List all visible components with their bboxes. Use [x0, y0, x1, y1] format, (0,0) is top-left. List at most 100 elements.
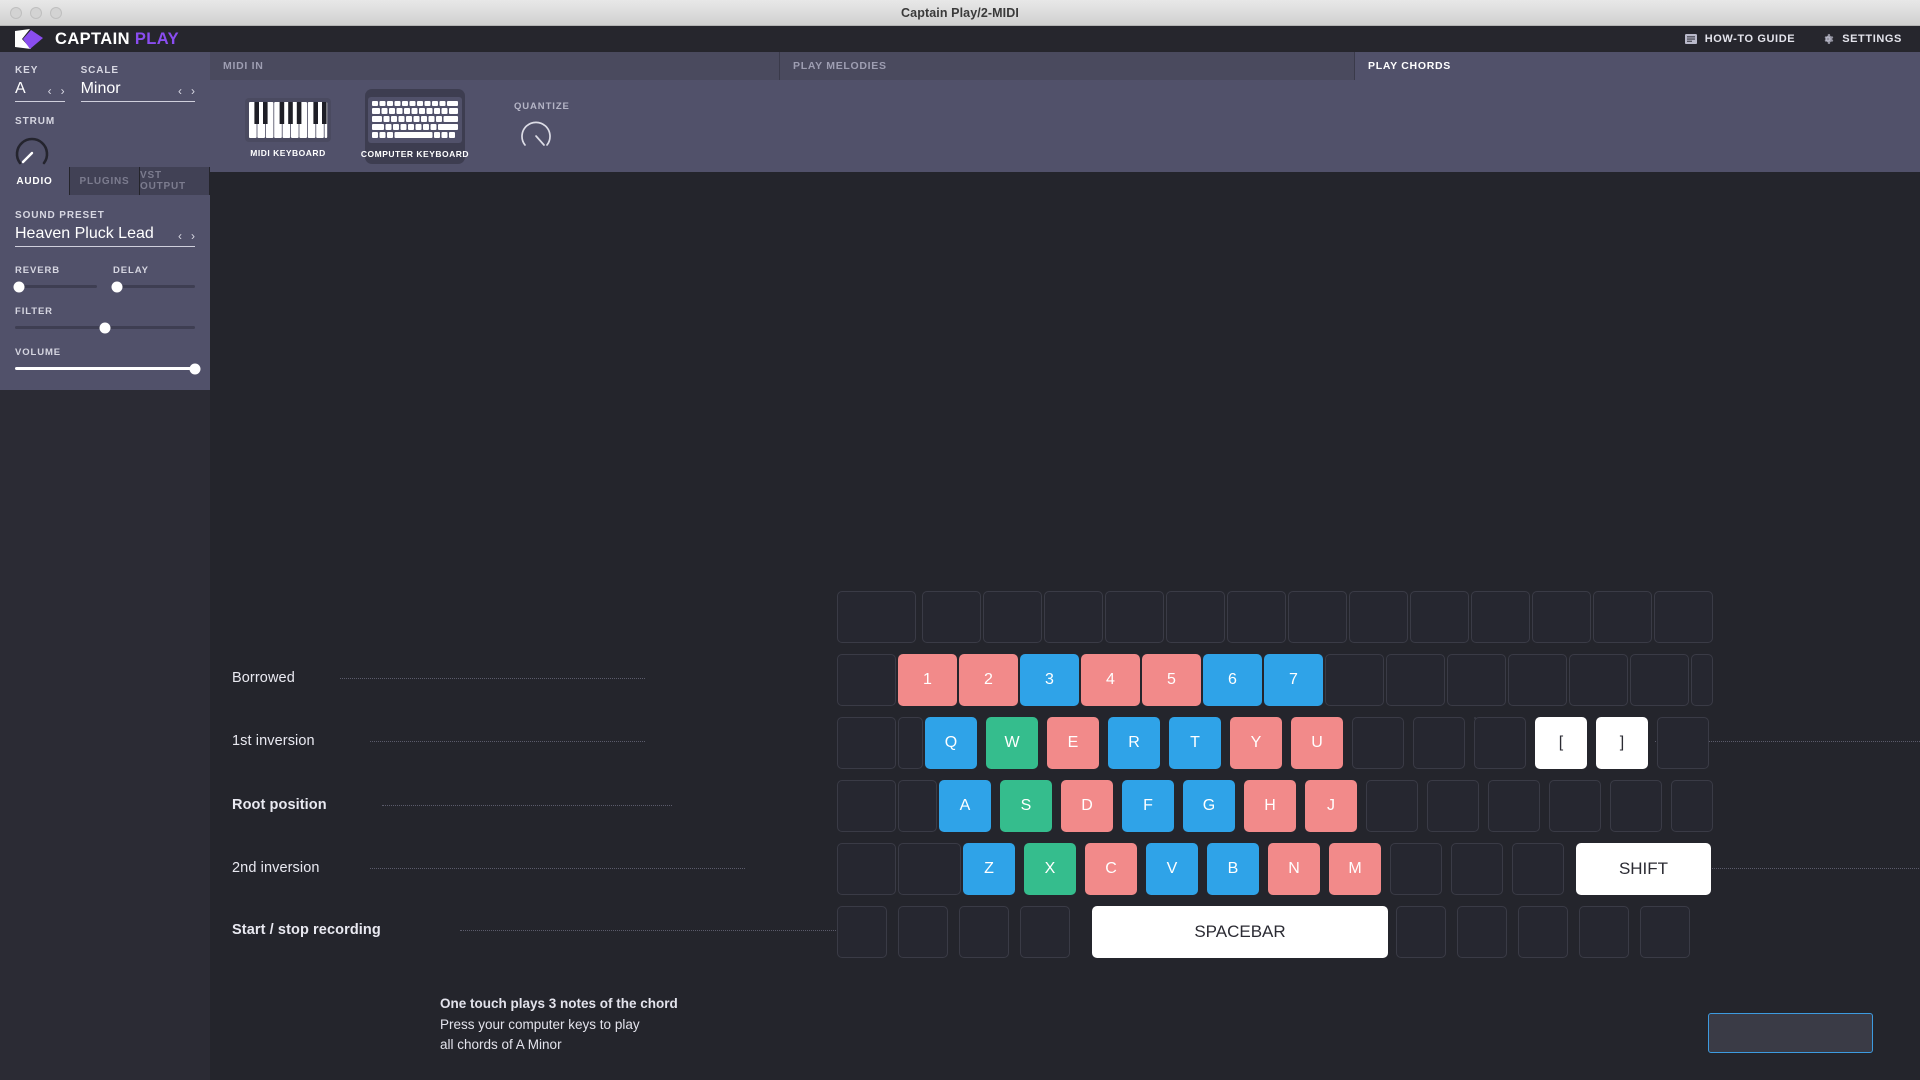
key-j[interactable]: J [1305, 780, 1357, 832]
key-blank[interactable] [1474, 717, 1526, 769]
key-blank[interactable] [1427, 780, 1479, 832]
key-blank[interactable] [1349, 591, 1408, 643]
scale-prev-button[interactable]: ‹ [178, 85, 182, 97]
key-2[interactable]: 2 [959, 654, 1018, 706]
key-q[interactable]: Q [925, 717, 977, 769]
tab-plugins[interactable]: PLUGINS [70, 167, 140, 195]
key-z[interactable]: Z [963, 843, 1015, 895]
key-blank[interactable] [898, 780, 937, 832]
highlighted-empty-panel[interactable] [1708, 1013, 1873, 1053]
filter-knob[interactable] [99, 322, 111, 333]
delay-knob[interactable] [111, 281, 123, 292]
key-e[interactable]: E [1047, 717, 1099, 769]
key-blank[interactable] [1549, 780, 1601, 832]
key-g[interactable]: G [1183, 780, 1235, 832]
key-x[interactable]: X [1024, 843, 1076, 895]
key-blank[interactable] [1657, 717, 1709, 769]
key-blank[interactable] [1654, 591, 1713, 643]
key-blank[interactable] [1518, 906, 1568, 958]
computer-keyboard-option[interactable]: COMPUTER KEYBOARD [361, 88, 469, 164]
tab-play-melodies[interactable]: PLAY MELODIES [780, 52, 1355, 80]
key-blank[interactable] [837, 717, 896, 769]
key-t[interactable]: T [1169, 717, 1221, 769]
volume-slider[interactable]: VOLUME [15, 347, 201, 374]
key-blank[interactable] [1325, 654, 1384, 706]
key-blank[interactable] [837, 906, 887, 958]
tab-audio[interactable]: AUDIO [0, 167, 70, 195]
key-blank[interactable] [1610, 780, 1662, 832]
key-blank[interactable] [1020, 906, 1070, 958]
key-blank[interactable] [1386, 654, 1445, 706]
key-blank[interactable] [837, 591, 916, 643]
key-bracket-left[interactable]: [ [1535, 717, 1587, 769]
mode-tabs[interactable]: MIDI IN PLAY MELODIES PLAY CHORDS [210, 52, 1920, 80]
key-5[interactable]: 5 [1142, 654, 1201, 706]
key-6[interactable]: 6 [1203, 654, 1262, 706]
reverb-slider[interactable]: REVERB [13, 265, 97, 292]
preset-next-button[interactable]: › [191, 230, 195, 242]
key-4[interactable]: 4 [1081, 654, 1140, 706]
scale-selector[interactable]: SCALE Minor ‹ › [80, 65, 195, 102]
tab-midi-in[interactable]: MIDI IN [210, 52, 780, 80]
sidebar-tabs[interactable]: AUDIO PLUGINS VST OUTPUT [0, 167, 210, 195]
key-blank[interactable] [1671, 780, 1713, 832]
key-selector[interactable]: KEY A ‹ › [15, 65, 65, 102]
key-bracket-right[interactable]: ] [1596, 717, 1648, 769]
key-blank[interactable] [1579, 906, 1629, 958]
key-3[interactable]: 3 [1020, 654, 1079, 706]
how-to-guide-button[interactable]: HOW-TO GUIDE [1684, 32, 1796, 46]
key-blank[interactable] [837, 780, 896, 832]
key-y[interactable]: Y [1230, 717, 1282, 769]
key-c[interactable]: C [1085, 843, 1137, 895]
key-w[interactable]: W [986, 717, 1038, 769]
key-blank[interactable] [1457, 906, 1507, 958]
key-1[interactable]: 1 [898, 654, 957, 706]
key-blank[interactable] [1640, 906, 1690, 958]
tab-vst-output[interactable]: VST OUTPUT [140, 167, 210, 195]
key-r[interactable]: R [1108, 717, 1160, 769]
key-f[interactable]: F [1122, 780, 1174, 832]
key-blank[interactable] [1390, 843, 1442, 895]
key-blank[interactable] [1396, 906, 1446, 958]
tab-play-chords[interactable]: PLAY CHORDS [1355, 52, 1920, 80]
delay-slider[interactable]: DELAY [111, 265, 195, 292]
key-blank[interactable] [898, 906, 948, 958]
key-blank[interactable] [1410, 591, 1469, 643]
key-blank[interactable] [983, 591, 1042, 643]
key-spacebar[interactable]: SPACEBAR [1092, 906, 1388, 958]
key-blank[interactable] [1447, 654, 1506, 706]
key-blank[interactable] [1508, 654, 1567, 706]
key-blank[interactable] [1166, 591, 1225, 643]
key-blank[interactable] [1532, 591, 1591, 643]
delay-track[interactable] [111, 281, 195, 292]
reverb-knob[interactable] [13, 281, 25, 292]
volume-knob[interactable] [189, 363, 201, 374]
key-blank[interactable] [1366, 780, 1418, 832]
key-d[interactable]: D [1061, 780, 1113, 832]
key-n[interactable]: N [1268, 843, 1320, 895]
key-blank[interactable] [1105, 591, 1164, 643]
settings-button[interactable]: SETTINGS [1821, 32, 1902, 46]
key-shift[interactable]: SHIFT [1576, 843, 1711, 895]
key-blank[interactable] [1691, 654, 1713, 706]
key-a[interactable]: A [939, 780, 991, 832]
key-blank[interactable] [1488, 780, 1540, 832]
preset-prev-button[interactable]: ‹ [178, 230, 182, 242]
reverb-track[interactable] [13, 281, 97, 292]
key-blank[interactable] [1512, 843, 1564, 895]
key-h[interactable]: H [1244, 780, 1296, 832]
key-blank[interactable] [1227, 591, 1286, 643]
key-7[interactable]: 7 [1264, 654, 1323, 706]
key-m[interactable]: M [1329, 843, 1381, 895]
key-blank[interactable] [1569, 654, 1628, 706]
midi-keyboard-option[interactable]: MIDI KEYBOARD [238, 90, 338, 163]
key-blank[interactable] [922, 591, 981, 643]
filter-track[interactable] [15, 322, 195, 333]
key-blank[interactable] [1352, 717, 1404, 769]
key-blank[interactable] [1288, 591, 1347, 643]
key-blank[interactable] [1044, 591, 1103, 643]
key-blank[interactable] [1451, 843, 1503, 895]
key-blank[interactable] [959, 906, 1009, 958]
key-v[interactable]: V [1146, 843, 1198, 895]
key-prev-button[interactable]: ‹ [48, 85, 52, 97]
